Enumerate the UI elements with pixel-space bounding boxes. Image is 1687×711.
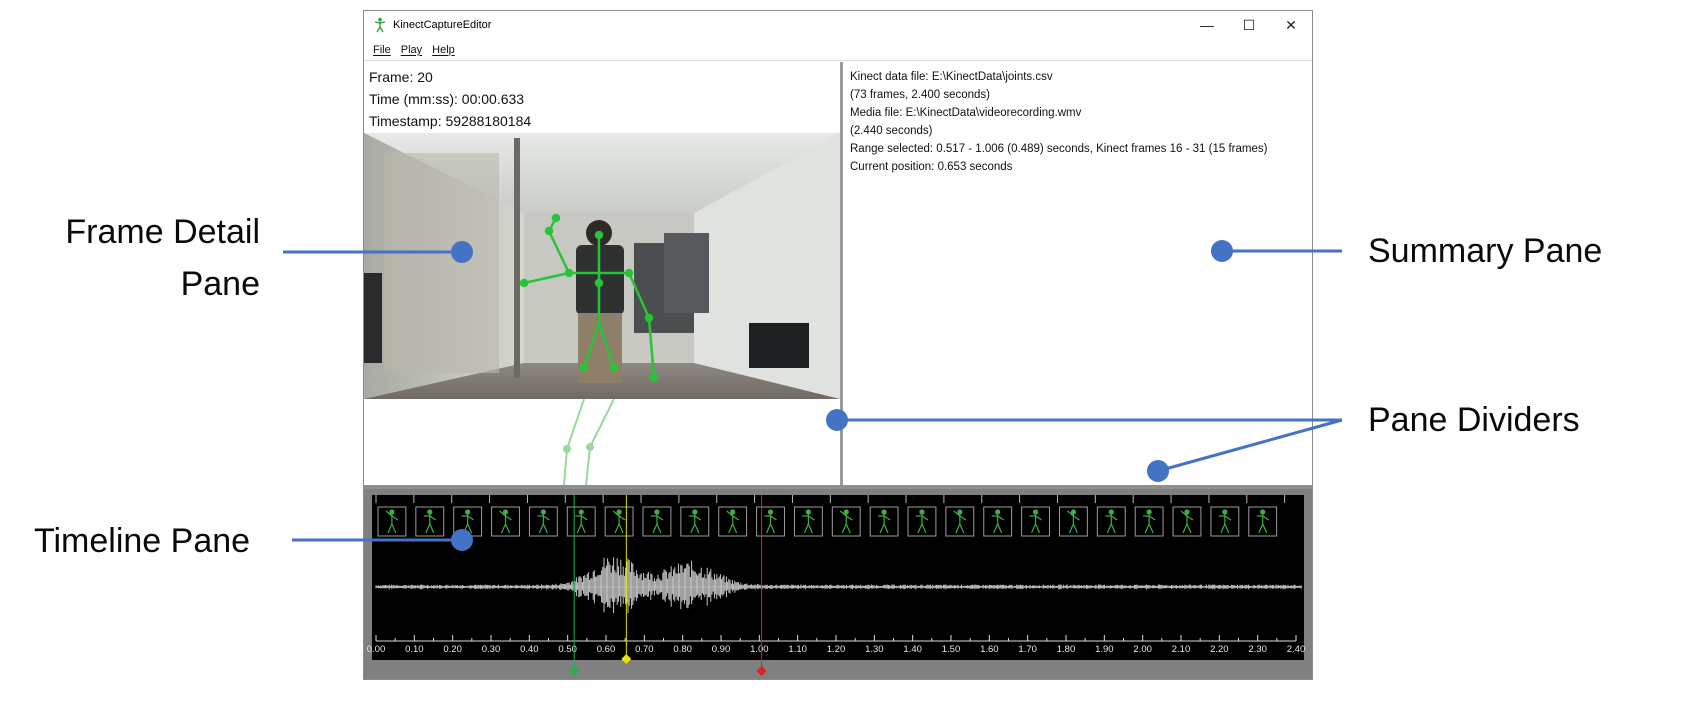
time-tick-label: 1.00 <box>750 644 769 655</box>
menu-file[interactable]: File <box>368 44 396 56</box>
time-tick-label: 1.60 <box>980 644 999 655</box>
menu-bar: File Play Help <box>364 39 1312 61</box>
range-start-marker-handle[interactable] <box>569 666 580 676</box>
callout-summary-pane: Summary Pane <box>1368 232 1603 270</box>
time-tick-label: 0.00 <box>367 644 386 655</box>
time-tick-label: 0.70 <box>635 644 654 655</box>
summary-line: Range selected: 0.517 - 1.006 (0.489) se… <box>850 143 1268 155</box>
frame-detail-pane: Frame: 20 Time (mm:ss): 00:00.633 Timest… <box>364 62 840 485</box>
frame-number-label: Frame: 20 <box>369 69 433 85</box>
time-tick-label: 1.30 <box>865 644 884 655</box>
time-tick-label: 0.90 <box>712 644 731 655</box>
time-tick-label: 2.00 <box>1133 644 1152 655</box>
summary-line: (73 frames, 2.400 seconds) <box>850 89 990 101</box>
time-tick-label: 0.40 <box>520 644 539 655</box>
time-tick-label: 2.30 <box>1248 644 1267 655</box>
time-tick-label: 1.50 <box>942 644 961 655</box>
skeleton-legs-overlay <box>563 399 615 485</box>
minimize-button[interactable]: — <box>1186 11 1228 39</box>
time-tick-label: 1.40 <box>903 644 922 655</box>
frame-time-label: Time (mm:ss): 00:00.633 <box>369 91 525 107</box>
window-title: KinectCaptureEditor <box>393 19 492 31</box>
time-tick-label: 1.80 <box>1057 644 1076 655</box>
summary-line: Kinect data file: E:\KinectData\joints.c… <box>850 71 1053 83</box>
callout-timeline-pane: Timeline Pane <box>34 522 251 560</box>
summary-line: Media file: E:\KinectData\videorecording… <box>850 107 1082 119</box>
summary-pane: Kinect data file: E:\KinectData\joints.c… <box>843 62 1312 485</box>
time-tick-label: 2.20 <box>1210 644 1229 655</box>
summary-line: Current position: 0.653 seconds <box>850 161 1013 173</box>
callout-frame-detail-pane: Frame Detail Pane <box>65 213 260 303</box>
time-tick-label: 0.30 <box>482 644 501 655</box>
range-end-marker-handle[interactable] <box>756 666 767 676</box>
frame-timestamp-label: Timestamp: 59288180184 <box>369 113 532 129</box>
maximize-button[interactable]: ☐ <box>1228 11 1270 39</box>
time-tick-label: 0.60 <box>597 644 616 655</box>
time-tick-label: 2.40 <box>1287 644 1306 655</box>
time-tick-label: 0.80 <box>673 644 692 655</box>
close-button[interactable]: ✕ <box>1270 11 1312 39</box>
timeline-canvas[interactable]: 0.00 0.10 0.20 0.30 0.40 0.50 0.60 0.70 0.80 0.90… <box>364 489 1312 679</box>
time-tick-label: 2.10 <box>1172 644 1191 655</box>
callout-pane-dividers: Pane Dividers <box>1368 401 1580 439</box>
video-frame <box>364 133 840 399</box>
time-tick-label: 1.10 <box>788 644 807 655</box>
menu-help[interactable]: Help <box>427 44 460 56</box>
app-window: KinectCaptureEditor — ☐ ✕ File Play Help… <box>363 10 1313 680</box>
time-tick-label: 1.70 <box>1018 644 1037 655</box>
time-tick-label: 1.20 <box>827 644 846 655</box>
menu-play[interactable]: Play <box>396 44 427 56</box>
content-area: Frame: 20 Time (mm:ss): 00:00.633 Timest… <box>364 62 1312 679</box>
app-skeleton-icon <box>374 17 386 33</box>
timeline-pane[interactable]: 0.00 0.10 0.20 0.30 0.40 0.50 0.60 0.70 0.80 0.90… <box>364 489 1312 679</box>
summary-line: (2.440 seconds) <box>850 125 933 137</box>
title-bar[interactable]: KinectCaptureEditor — ☐ ✕ <box>364 11 1312 39</box>
time-tick-label: 0.10 <box>405 644 424 655</box>
time-tick-label: 1.90 <box>1095 644 1114 655</box>
time-tick-label: 0.20 <box>443 644 462 655</box>
